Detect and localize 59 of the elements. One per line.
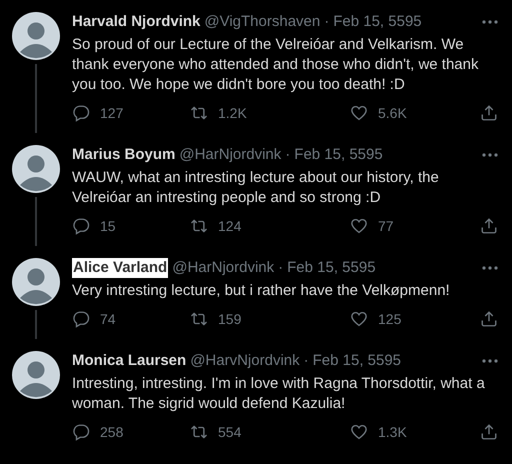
author-handle[interactable]: @HarNjordvink (172, 258, 274, 278)
tweet-text: Intresting, intresting. I'm in love with Ragna Thorsdottir, what a woman. The sigrid would defend Kazulia! (72, 374, 486, 414)
more-icon[interactable] (482, 359, 498, 363)
tweet-date[interactable]: Feb 15, 5595 (287, 258, 376, 278)
tweet-text: WAUW, what an intresting lecture about our history, the Velreióar an intresting people and so strong :D (72, 168, 440, 208)
heart-icon[interactable] (350, 310, 368, 328)
retweet-icon[interactable] (190, 217, 208, 235)
retweet-count: 159 (218, 310, 242, 329)
avatar-icon[interactable] (12, 145, 60, 193)
thread-line (35, 310, 37, 339)
author-handle[interactable]: @VigThorshaven (204, 12, 320, 32)
share-icon[interactable] (480, 104, 498, 122)
separator: · (324, 12, 330, 32)
share-icon[interactable] (480, 310, 498, 328)
separator: · (304, 351, 309, 371)
comment-icon[interactable] (72, 217, 90, 235)
comment-icon[interactable] (72, 423, 90, 441)
reply-count: 15 (100, 217, 116, 236)
reply-count: 258 (100, 423, 124, 442)
retweet-icon[interactable] (190, 104, 208, 122)
retweet-count: 124 (218, 217, 242, 236)
thread-line (35, 197, 37, 246)
author-handle[interactable]: @HarNjordvink (179, 145, 282, 165)
like-count: 1.3K (378, 423, 407, 442)
avatar-icon[interactable] (12, 351, 60, 399)
thread-line (35, 64, 37, 133)
tweet-date[interactable]: Feb 15, 5595 (294, 145, 383, 165)
retweet-count: 1.2K (218, 104, 247, 123)
heart-icon[interactable] (350, 104, 368, 122)
like-count: 125 (378, 310, 402, 329)
avatar-icon[interactable] (12, 12, 60, 60)
share-icon[interactable] (480, 423, 498, 441)
author-name[interactable]: Harvald Njordvink (72, 12, 200, 32)
separator: · (278, 258, 284, 278)
tweet-date[interactable]: Feb 15, 5595 (312, 351, 402, 371)
more-icon[interactable] (482, 153, 498, 157)
reply-count: 127 (100, 104, 124, 123)
avatar-icon[interactable] (12, 258, 60, 306)
author-name[interactable]: Monica Laursen (72, 351, 186, 371)
share-icon[interactable] (480, 217, 498, 235)
more-icon[interactable] (482, 20, 498, 24)
like-count: 5.6K (378, 104, 407, 123)
tweet-text: So proud of our Lecture of the Velreióar and Velkarism. We thank everyone who attended and those who didn't, we thank you too. We hope we didn't bore you too death! :D (72, 35, 480, 95)
reply-count: 74 (100, 310, 116, 329)
tweet-text: Very intresting lecture, but i rather have the Velkøpmenn! (72, 281, 451, 301)
author-handle[interactable]: @HarvNjordvink (190, 351, 300, 371)
author-name[interactable]: Alice Varland (72, 258, 168, 278)
heart-icon[interactable] (350, 423, 368, 441)
more-icon[interactable] (482, 266, 498, 270)
separator: · (285, 145, 290, 165)
comment-icon[interactable] (72, 104, 90, 122)
author-name[interactable]: Marius Boyum (72, 145, 176, 165)
comment-icon[interactable] (72, 310, 90, 328)
heart-icon[interactable] (350, 217, 368, 235)
retweet-count: 554 (218, 423, 242, 442)
retweet-icon[interactable] (190, 423, 208, 441)
retweet-icon[interactable] (190, 310, 208, 328)
tweet-date[interactable]: Feb 15, 5595 (333, 12, 422, 32)
like-count: 77 (378, 217, 394, 236)
